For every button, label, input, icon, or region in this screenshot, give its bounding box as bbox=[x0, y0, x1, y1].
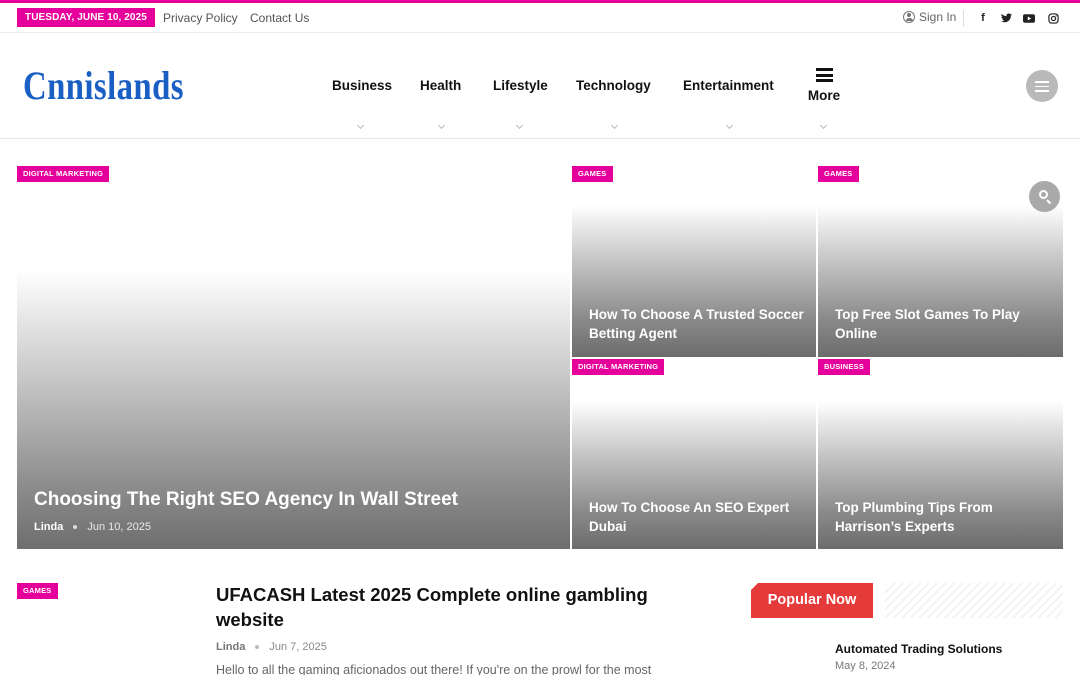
contact-us-link[interactable]: Contact Us bbox=[250, 11, 309, 25]
featured-grid-title[interactable]: Top Free Slot Games To Play Online bbox=[835, 306, 1050, 343]
category-badge[interactable]: GAMES bbox=[17, 583, 58, 599]
post-meta: Linda Jun 7, 2025 bbox=[216, 641, 327, 653]
featured-grid-title[interactable]: How To Choose An SEO Expert Dubai bbox=[589, 499, 804, 536]
featured-grid-card[interactable]: How To Choose An SEO Expert Dubai bbox=[572, 359, 816, 549]
chevron-down-icon bbox=[357, 123, 365, 131]
popular-item-title[interactable]: Automated Trading Solutions bbox=[835, 642, 1002, 656]
privacy-policy-link[interactable]: Privacy Policy bbox=[163, 11, 238, 25]
chevron-down-icon bbox=[438, 123, 446, 131]
search-icon bbox=[1039, 190, 1048, 199]
meta-dot bbox=[255, 645, 260, 649]
meta-dot bbox=[73, 525, 78, 529]
category-badge[interactable]: BUSINESS bbox=[818, 359, 870, 375]
featured-grid-card[interactable]: How To Choose A Trusted Soccer Betting A… bbox=[572, 162, 816, 357]
nav-entertainment[interactable]: Entertainment bbox=[683, 78, 774, 93]
twitter-icon[interactable] bbox=[999, 11, 1013, 25]
sign-in-label: Sign In bbox=[919, 10, 957, 24]
featured-grid-title[interactable]: Top Plumbing Tips From Harrison’s Expert… bbox=[835, 499, 1050, 536]
search-button[interactable] bbox=[1029, 181, 1060, 212]
nav-health[interactable]: Health bbox=[420, 78, 461, 93]
post-author[interactable]: Linda bbox=[216, 641, 245, 653]
featured-main-title[interactable]: Choosing The Right SEO Agency In Wall St… bbox=[34, 487, 554, 513]
featured-main-meta: Linda Jun 10, 2025 bbox=[34, 521, 151, 533]
facebook-icon[interactable]: f bbox=[976, 11, 990, 25]
category-badge[interactable]: GAMES bbox=[572, 166, 613, 182]
top-divider bbox=[963, 10, 964, 27]
nav-lifestyle[interactable]: Lifestyle bbox=[493, 78, 548, 93]
top-bar: TUESDAY, JUNE 10, 2025 Privacy Policy Co… bbox=[0, 3, 1080, 33]
post-author[interactable]: Linda bbox=[34, 521, 63, 533]
user-icon bbox=[903, 11, 915, 23]
chevron-down-icon bbox=[516, 123, 524, 131]
featured-grid-card[interactable]: Top Plumbing Tips From Harrison’s Expert… bbox=[818, 359, 1063, 549]
nav-business[interactable]: Business bbox=[332, 78, 392, 93]
youtube-icon[interactable] bbox=[1022, 11, 1036, 25]
chevron-down-icon bbox=[820, 123, 828, 131]
site-header: Cnnislands Business Health Lifestyle Tec… bbox=[0, 34, 1080, 139]
popular-now-heading: Popular Now bbox=[751, 583, 873, 618]
featured-main-card[interactable]: Choosing The Right SEO Agency In Wall St… bbox=[17, 162, 570, 549]
chevron-down-icon bbox=[726, 123, 734, 131]
nav-technology[interactable]: Technology bbox=[576, 78, 651, 93]
post-excerpt: Hello to all the gaming aficionados out … bbox=[216, 663, 652, 675]
category-badge[interactable]: GAMES bbox=[818, 166, 859, 182]
site-logo[interactable]: Cnnislands bbox=[23, 64, 184, 108]
date-badge: TUESDAY, JUNE 10, 2025 bbox=[17, 8, 155, 27]
heading-hatch-decoration bbox=[885, 583, 1063, 618]
post-date: Jun 10, 2025 bbox=[87, 521, 151, 533]
chevron-down-icon bbox=[611, 123, 619, 131]
nav-more[interactable]: More bbox=[806, 68, 842, 103]
popular-item-date: May 8, 2024 bbox=[835, 660, 896, 672]
category-badge[interactable]: DIGITAL MARKETING bbox=[17, 166, 110, 182]
sign-in-link[interactable]: Sign In bbox=[903, 10, 956, 24]
side-menu-button[interactable] bbox=[1026, 70, 1058, 102]
category-badge[interactable]: DIGITAL MARKETING bbox=[572, 359, 665, 375]
instagram-icon[interactable] bbox=[1046, 11, 1060, 25]
hamburger-icon bbox=[815, 68, 833, 82]
more-label: More bbox=[807, 88, 841, 103]
post-title[interactable]: UFACASH Latest 2025 Complete online gamb… bbox=[216, 583, 716, 633]
featured-grid-card[interactable]: Top Free Slot Games To Play Online bbox=[818, 162, 1063, 357]
featured-grid-title[interactable]: How To Choose A Trusted Soccer Betting A… bbox=[589, 306, 804, 343]
post-date: Jun 7, 2025 bbox=[269, 641, 327, 653]
